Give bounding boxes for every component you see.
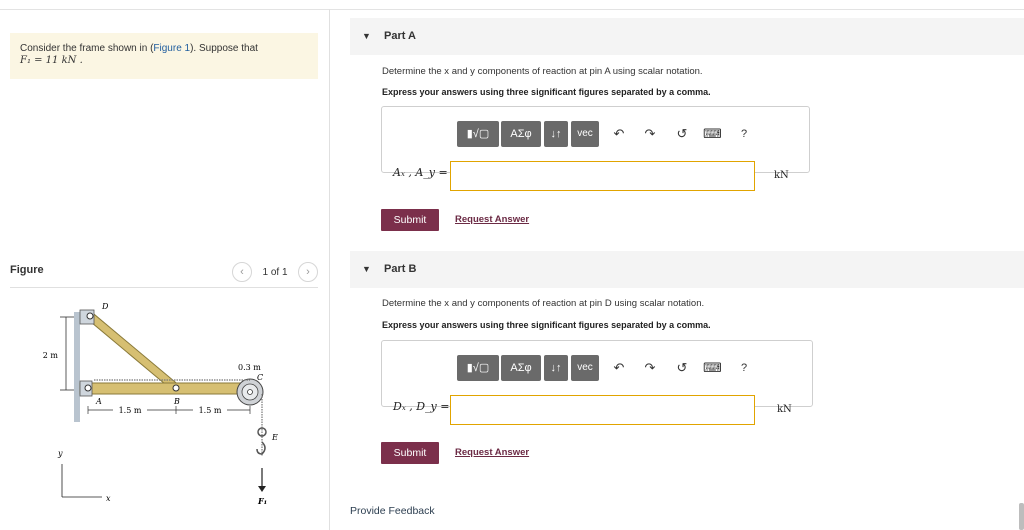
part-a-request-answer-link[interactable]: Request Answer (455, 214, 529, 225)
figure-header: Figure ‹ 1 of 1 › (10, 262, 318, 288)
part-b-answer-box: ▮√▢ ΑΣφ ↓↑ vec ↶ ↷ ↺ ⌨ ? Dₓ , D_y = (381, 340, 813, 425)
part-a-title: Part A (384, 30, 416, 42)
provide-feedback-link[interactable]: Provide Feedback (350, 505, 435, 517)
part-b-title: Part B (384, 263, 417, 275)
reset-icon[interactable]: ↺ (673, 355, 691, 381)
part-a-answer-input[interactable] (450, 161, 755, 191)
figure-link[interactable]: Figure 1 (153, 43, 190, 54)
force-label: F₁ (257, 496, 267, 506)
column-divider (329, 9, 330, 530)
redo-icon[interactable]: ↷ (641, 121, 659, 147)
part-a-unit: kN (774, 170, 789, 181)
vector-button[interactable]: vec (571, 355, 599, 381)
collapse-caret-icon[interactable]: ▼ (362, 31, 371, 41)
reset-icon[interactable]: ↺ (673, 121, 691, 147)
frame-figure: 2 m D A B C 0.3 m 1.5 m 1.5 m E F₁ y x (43, 302, 278, 506)
pager-text: 1 of 1 (262, 267, 288, 278)
part-b-answer-label: Dₓ , D_y = (393, 400, 450, 413)
problem-text-after: ). Suppose that (190, 43, 258, 54)
label-c: C (257, 373, 263, 382)
hook-icon (256, 441, 266, 455)
part-b-submit-button[interactable]: Submit (381, 442, 439, 464)
part-b-header[interactable]: ▼ Part B (350, 251, 1024, 288)
top-divider (0, 9, 1024, 10)
part-b-instructions: Express your answers using three signifi… (382, 320, 711, 330)
greek-symbols-button[interactable]: ΑΣφ (501, 121, 541, 147)
member-ac (79, 382, 259, 395)
problem-text: Consider the frame shown in ( (20, 43, 154, 54)
wall (74, 312, 80, 422)
scrollbar-thumb[interactable] (1019, 503, 1024, 530)
figure-title: Figure (10, 264, 44, 276)
figure-pager: ‹ 1 of 1 › (232, 262, 318, 284)
undo-icon[interactable]: ↶ (610, 121, 628, 147)
problem-statement: Consider the frame shown in (Figure 1). … (10, 33, 318, 79)
vector-button[interactable]: vec (571, 121, 599, 147)
pin-a (84, 384, 92, 392)
sub-superscript-button[interactable]: ↓↑ (544, 121, 568, 147)
part-a-header[interactable]: ▼ Part A (350, 18, 1024, 55)
part-a-instructions: Express your answers using three signifi… (382, 87, 711, 97)
next-figure-button[interactable]: › (298, 262, 318, 282)
y-axis-label: y (57, 449, 63, 458)
help-icon[interactable]: ? (735, 121, 753, 147)
part-b-prompt: Determine the x and y components of reac… (382, 298, 705, 309)
label-b: B (173, 397, 180, 406)
help-icon[interactable]: ? (735, 355, 753, 381)
redo-icon[interactable]: ↷ (641, 355, 659, 381)
label-a: A (95, 397, 102, 406)
undo-icon[interactable]: ↶ (610, 355, 628, 381)
height-label: 2 m (43, 351, 59, 360)
sub-superscript-button[interactable]: ↓↑ (544, 355, 568, 381)
keyboard-icon[interactable]: ⌨ (703, 121, 722, 147)
part-b-answer-input[interactable] (450, 395, 755, 425)
collapse-caret-icon[interactable]: ▼ (362, 264, 371, 274)
segment-2-label: 1.5 m (199, 406, 222, 415)
part-a-answer-box: ▮√▢ ΑΣφ ↓↑ vec ↶ ↷ ↺ ⌨ ? Aₓ , A_y = (381, 106, 810, 191)
member-dc (86, 312, 180, 392)
pin-b (172, 384, 180, 392)
part-a-prompt: Determine the x and y components of reac… (382, 66, 703, 77)
problem-condition: F₁ = 11 kN . (20, 55, 83, 66)
part-b-unit: kN (777, 404, 792, 415)
pin-d (86, 312, 94, 320)
label-d: D (101, 302, 109, 311)
templates-button[interactable]: ▮√▢ (457, 121, 499, 147)
part-a-answer-label: Aₓ , A_y = (393, 166, 448, 179)
x-axis-label: x (106, 494, 111, 503)
label-e: E (271, 433, 278, 442)
radius-label: 0.3 m (238, 363, 261, 372)
greek-symbols-button[interactable]: ΑΣφ (501, 355, 541, 381)
segment-1-label: 1.5 m (119, 406, 142, 415)
templates-button[interactable]: ▮√▢ (457, 355, 499, 381)
part-a-submit-button[interactable]: Submit (381, 209, 439, 231)
keyboard-icon[interactable]: ⌨ (703, 355, 722, 381)
part-b-request-answer-link[interactable]: Request Answer (455, 447, 529, 458)
prev-figure-button[interactable]: ‹ (232, 262, 252, 282)
